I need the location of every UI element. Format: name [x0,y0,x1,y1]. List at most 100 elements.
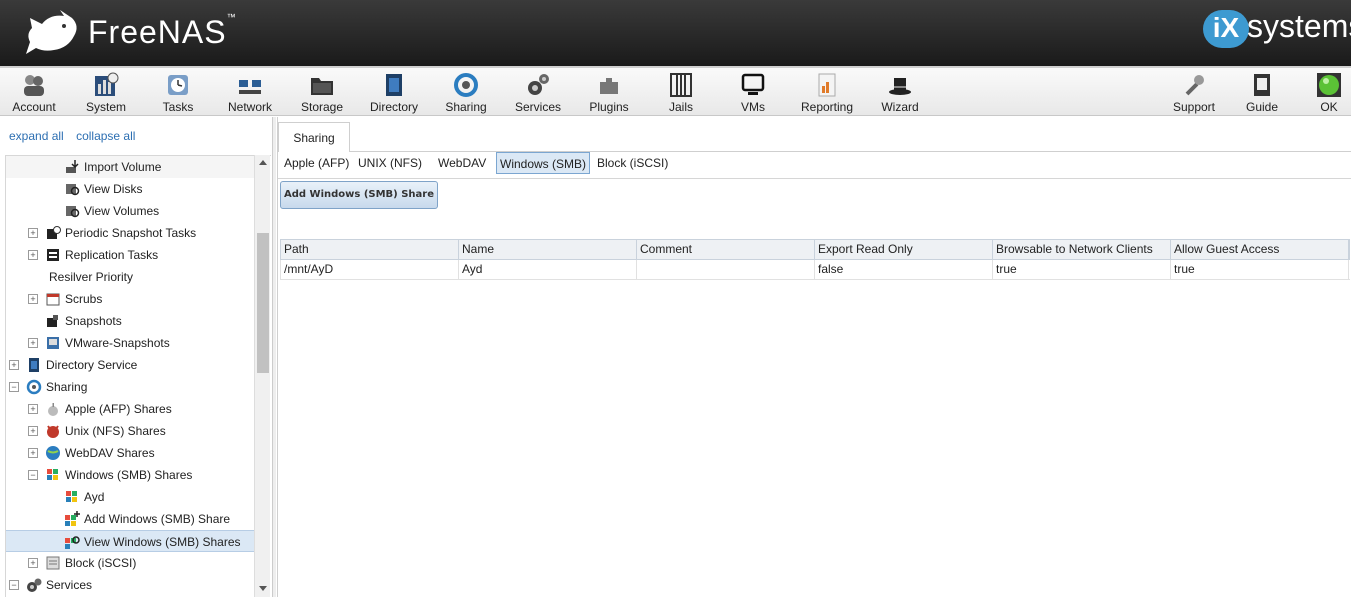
column-header-path[interactable]: Path [281,240,459,259]
tree-item-unix-nfs-shares[interactable]: + Unix (NFS) Shares [6,420,254,442]
tree-item-add-windows-smb-share[interactable]: Add Windows (SMB) Share [6,508,254,530]
left-navigation-panel: expand all collapse all Import Volume Vi… [0,117,272,597]
tree-item-view-volumes[interactable]: View Volumes [6,200,254,222]
tree-item-block-iscsi[interactable]: + Block (iSCSI) [6,552,254,574]
add-windows-smb-share-button[interactable]: Add Windows (SMB) Share [280,181,438,209]
tree-item-view-disks[interactable]: View Disks [6,178,254,200]
tree-item-webdav-shares[interactable]: + WebDAV Shares [6,442,254,464]
expand-toggle[interactable]: + [28,228,38,238]
expand-toggle[interactable]: + [28,426,38,436]
tree-scrollbar[interactable] [254,155,270,597]
navigation-tree: Import Volume View Disks View Volumes + … [5,155,271,597]
cell-comment [637,260,815,279]
expand-toggle[interactable]: + [9,360,19,370]
collapse-toggle[interactable]: − [9,580,19,590]
expand-toggle[interactable]: + [28,294,38,304]
sharing-icon [454,73,478,97]
windows-icon [47,469,58,480]
tree-item-share-ayd[interactable]: Ayd [6,486,254,508]
view-disks-icon [66,184,80,196]
subtab-apple-afp[interactable]: Apple (AFP) [281,152,352,174]
tree-item-apple-afp-shares[interactable]: + Apple (AFP) Shares [6,398,254,420]
reporting-icon [818,73,836,97]
toolbar-services-button[interactable]: Services [512,70,564,116]
column-header-export-read-only[interactable]: Export Read Only [815,240,993,259]
tab-sharing[interactable]: Sharing [278,122,350,152]
toolbar-support-button[interactable]: Support [1170,70,1218,116]
snapshot-task-icon [47,226,61,239]
column-header-comment[interactable]: Comment [637,240,815,259]
collapse-toggle[interactable]: − [9,382,19,392]
toolbar-plugins-button[interactable]: Plugins [586,70,632,116]
tree-item-services[interactable]: − Services [6,574,254,596]
toolbar-sharing-button[interactable]: Sharing [442,70,490,116]
ix-badge: iX [1203,10,1249,48]
toolbar-directory-button[interactable]: Directory [366,70,422,116]
toolbar-vms-button[interactable]: VMs [736,70,770,116]
cell-allow-guest-access: true [1171,260,1349,279]
collapse-toggle[interactable]: − [28,470,38,480]
tree-item-snapshots[interactable]: Snapshots [6,310,254,332]
windows-add-icon [65,511,80,526]
replication-icon [47,249,59,261]
tree-item-directory-service[interactable]: + Directory Service [6,354,254,376]
toolbar-account-button[interactable]: Account [8,70,60,116]
column-header-browsable[interactable]: Browsable to Network Clients [993,240,1171,259]
tree-item-windows-smb-shares[interactable]: − Windows (SMB) Shares [6,464,254,486]
tree-item-view-windows-smb-shares[interactable]: View Windows (SMB) Shares [6,530,254,552]
toolbar-tasks-button[interactable]: Tasks [158,70,198,116]
services-tree-icon [27,578,42,592]
globe-icon [46,446,60,460]
toolbar-wizard-button[interactable]: Wizard [878,70,922,116]
ixsystems-logo: iX systems [1203,8,1351,50]
services-icon [528,74,549,95]
tree-item-scrubs[interactable]: + Scrubs [6,288,254,310]
tree-item-periodic-snapshot-tasks[interactable]: + Periodic Snapshot Tasks [6,222,254,244]
system-icon [95,72,119,96]
collapse-all-link[interactable]: collapse all [76,129,135,143]
toolbar-reporting-button[interactable]: Reporting [798,70,856,116]
table-row[interactable]: /mnt/AyD Ayd false true true [280,260,1350,280]
vms-icon [741,73,765,95]
tree-item-import-volume[interactable]: Import Volume [6,156,254,178]
calendar-icon [46,293,60,306]
subtab-windows-smb[interactable]: Windows (SMB) [496,152,591,174]
column-header-name[interactable]: Name [459,240,637,259]
toolbar-guide-button[interactable]: Guide [1242,70,1282,116]
sharing-subtabs: Apple (AFP) UNIX (NFS) WebDAV Windows (S… [278,152,1351,179]
tree-scrollbar-thumb[interactable] [257,233,269,373]
scroll-down-icon[interactable] [258,585,268,593]
vmware-icon [47,337,59,349]
expand-toggle[interactable]: + [28,404,38,414]
tree-item-resilver-priority[interactable]: Resilver Priority [6,266,254,288]
subtab-unix-nfs[interactable]: UNIX (NFS) [355,152,425,174]
toolbar-storage-button[interactable]: Storage [297,70,347,116]
snapshots-icon [47,315,58,327]
freebsd-daemon-icon [47,425,59,438]
cell-browsable: true [993,260,1171,279]
apple-icon [48,403,58,416]
scroll-up-icon[interactable] [258,158,268,166]
panel-splitter[interactable] [272,117,276,597]
expand-toggle[interactable]: + [28,250,38,260]
toolbar-alert-ok-button[interactable]: OK [1312,70,1346,116]
expand-all-link[interactable]: expand all [9,129,64,143]
cell-export-read-only: false [815,260,993,279]
toolbar-jails-button[interactable]: Jails [664,70,698,116]
alert-ok-icon [1317,73,1341,97]
wizard-icon [889,78,911,95]
expand-toggle[interactable]: + [28,558,38,568]
tree-item-sharing[interactable]: − Sharing [6,376,254,398]
directory-icon [386,74,402,96]
column-header-allow-guest-access[interactable]: Allow Guest Access [1171,240,1349,259]
toolbar-system-button[interactable]: System [82,70,130,116]
subtab-block-iscsi[interactable]: Block (iSCSI) [594,152,671,174]
tree-expand-links: expand all collapse all [9,129,144,143]
expand-toggle[interactable]: + [28,338,38,348]
tree-item-replication-tasks[interactable]: + Replication Tasks [6,244,254,266]
subtab-webdav[interactable]: WebDAV [435,152,489,174]
tree-item-vmware-snapshots[interactable]: + VMware-Snapshots [6,332,254,354]
toolbar-network-button[interactable]: Network [224,70,276,116]
expand-toggle[interactable]: + [28,448,38,458]
cell-path: /mnt/AyD [281,260,459,279]
